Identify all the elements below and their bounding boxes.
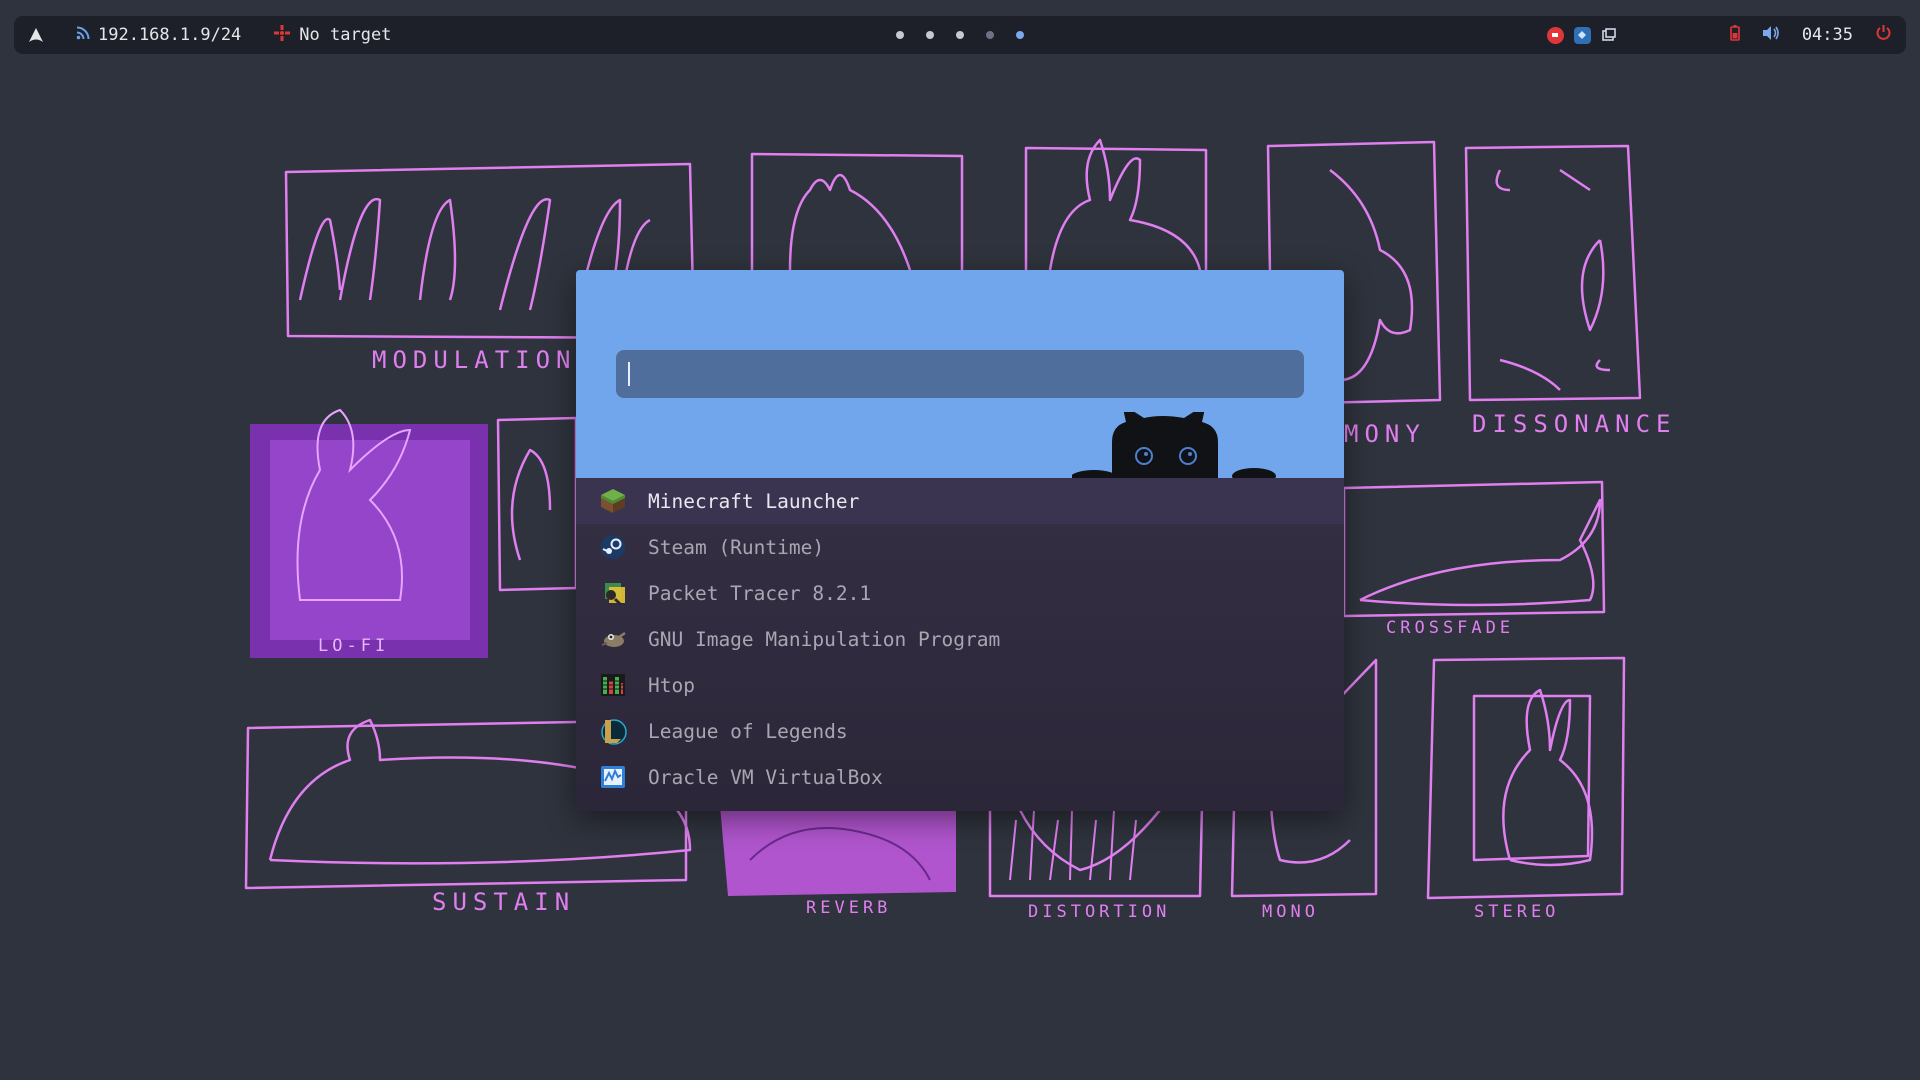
result-label: Minecraft Launcher: [648, 489, 860, 513]
wallpaper-label-dissonance: DISSONANCE: [1472, 410, 1677, 438]
virtualbox-icon: [598, 762, 628, 792]
steam-icon: [598, 532, 628, 562]
target-label: No target: [299, 25, 392, 45]
window-icon[interactable]: [1601, 27, 1618, 44]
result-item-gimp[interactable]: GNU Image Manipulation Program: [576, 616, 1344, 662]
minecraft-icon: [598, 486, 628, 516]
workspace-1[interactable]: [896, 31, 904, 39]
result-label: Oracle VM VirtualBox: [648, 765, 883, 789]
wallpaper-label-lofi: LO-FI: [318, 636, 390, 656]
results-list: Minecraft Launcher Steam (Runtime) Packe…: [576, 478, 1344, 811]
workspace-4[interactable]: [986, 31, 994, 39]
target-status[interactable]: No target: [273, 24, 391, 47]
workspace-switcher: [896, 16, 1024, 54]
result-label: Packet Tracer 8.2.1: [648, 581, 872, 605]
result-item-steam[interactable]: Steam (Runtime): [576, 524, 1344, 570]
wallpaper-label-mony: MONY: [1344, 420, 1426, 448]
wallpaper-label-stereo: STEREO: [1474, 902, 1560, 922]
launcher-header: [576, 270, 1344, 478]
wallpaper-label-reverb: REVERB: [806, 898, 892, 918]
volume-icon[interactable]: [1762, 25, 1780, 46]
result-item-virtualbox[interactable]: Oracle VM VirtualBox: [576, 754, 1344, 800]
battery-icon[interactable]: [1730, 24, 1740, 46]
wallpaper-label-distortion: DISTORTION: [1028, 902, 1171, 922]
ip-address: 192.168.1.9/24: [98, 25, 242, 45]
result-label: Htop: [648, 673, 695, 697]
packet-tracer-icon: [598, 578, 628, 608]
wallpaper-label-sustain: SUSTAIN: [432, 888, 576, 916]
result-label: Steam (Runtime): [648, 535, 825, 559]
text-caret: [628, 362, 630, 386]
workspace-3[interactable]: [956, 31, 964, 39]
result-item-minecraft[interactable]: Minecraft Launcher: [576, 478, 1344, 524]
htop-icon: [598, 670, 628, 700]
wallpaper-label-modulation: MODULATION: [372, 346, 577, 374]
workspace-2[interactable]: [926, 31, 934, 39]
result-item-htop[interactable]: Htop: [576, 662, 1344, 708]
network-status[interactable]: 192.168.1.9/24: [76, 25, 241, 45]
league-of-legends-icon: [598, 716, 628, 746]
clock[interactable]: 04:35: [1802, 25, 1853, 45]
result-item-packet-tracer[interactable]: Packet Tracer 8.2.1: [576, 570, 1344, 616]
wallpaper-label-crossfade: CROSSFADE: [1386, 618, 1515, 638]
workspace-5[interactable]: [1016, 31, 1024, 39]
wifi-icon: [76, 25, 90, 45]
app-launcher: Minecraft Launcher Steam (Runtime) Packe…: [576, 270, 1344, 811]
gimp-icon: [598, 624, 628, 654]
crosshair-icon: [273, 24, 291, 47]
result-label: GNU Image Manipulation Program: [648, 627, 1001, 651]
result-item-league-of-legends[interactable]: League of Legends: [576, 708, 1344, 754]
red-app-icon[interactable]: [1546, 26, 1564, 44]
blue-app-icon[interactable]: [1573, 26, 1591, 44]
arch-logo-icon[interactable]: [28, 27, 44, 43]
result-label: League of Legends: [648, 719, 848, 743]
system-tray: [1546, 26, 1618, 44]
wallpaper-label-mono: MONO: [1262, 902, 1319, 922]
search-input[interactable]: [616, 350, 1304, 398]
black-cat-illustration: [1072, 412, 1276, 478]
power-icon[interactable]: [1875, 24, 1892, 46]
top-bar: 192.168.1.9/24 No target 04:35: [14, 16, 1906, 54]
